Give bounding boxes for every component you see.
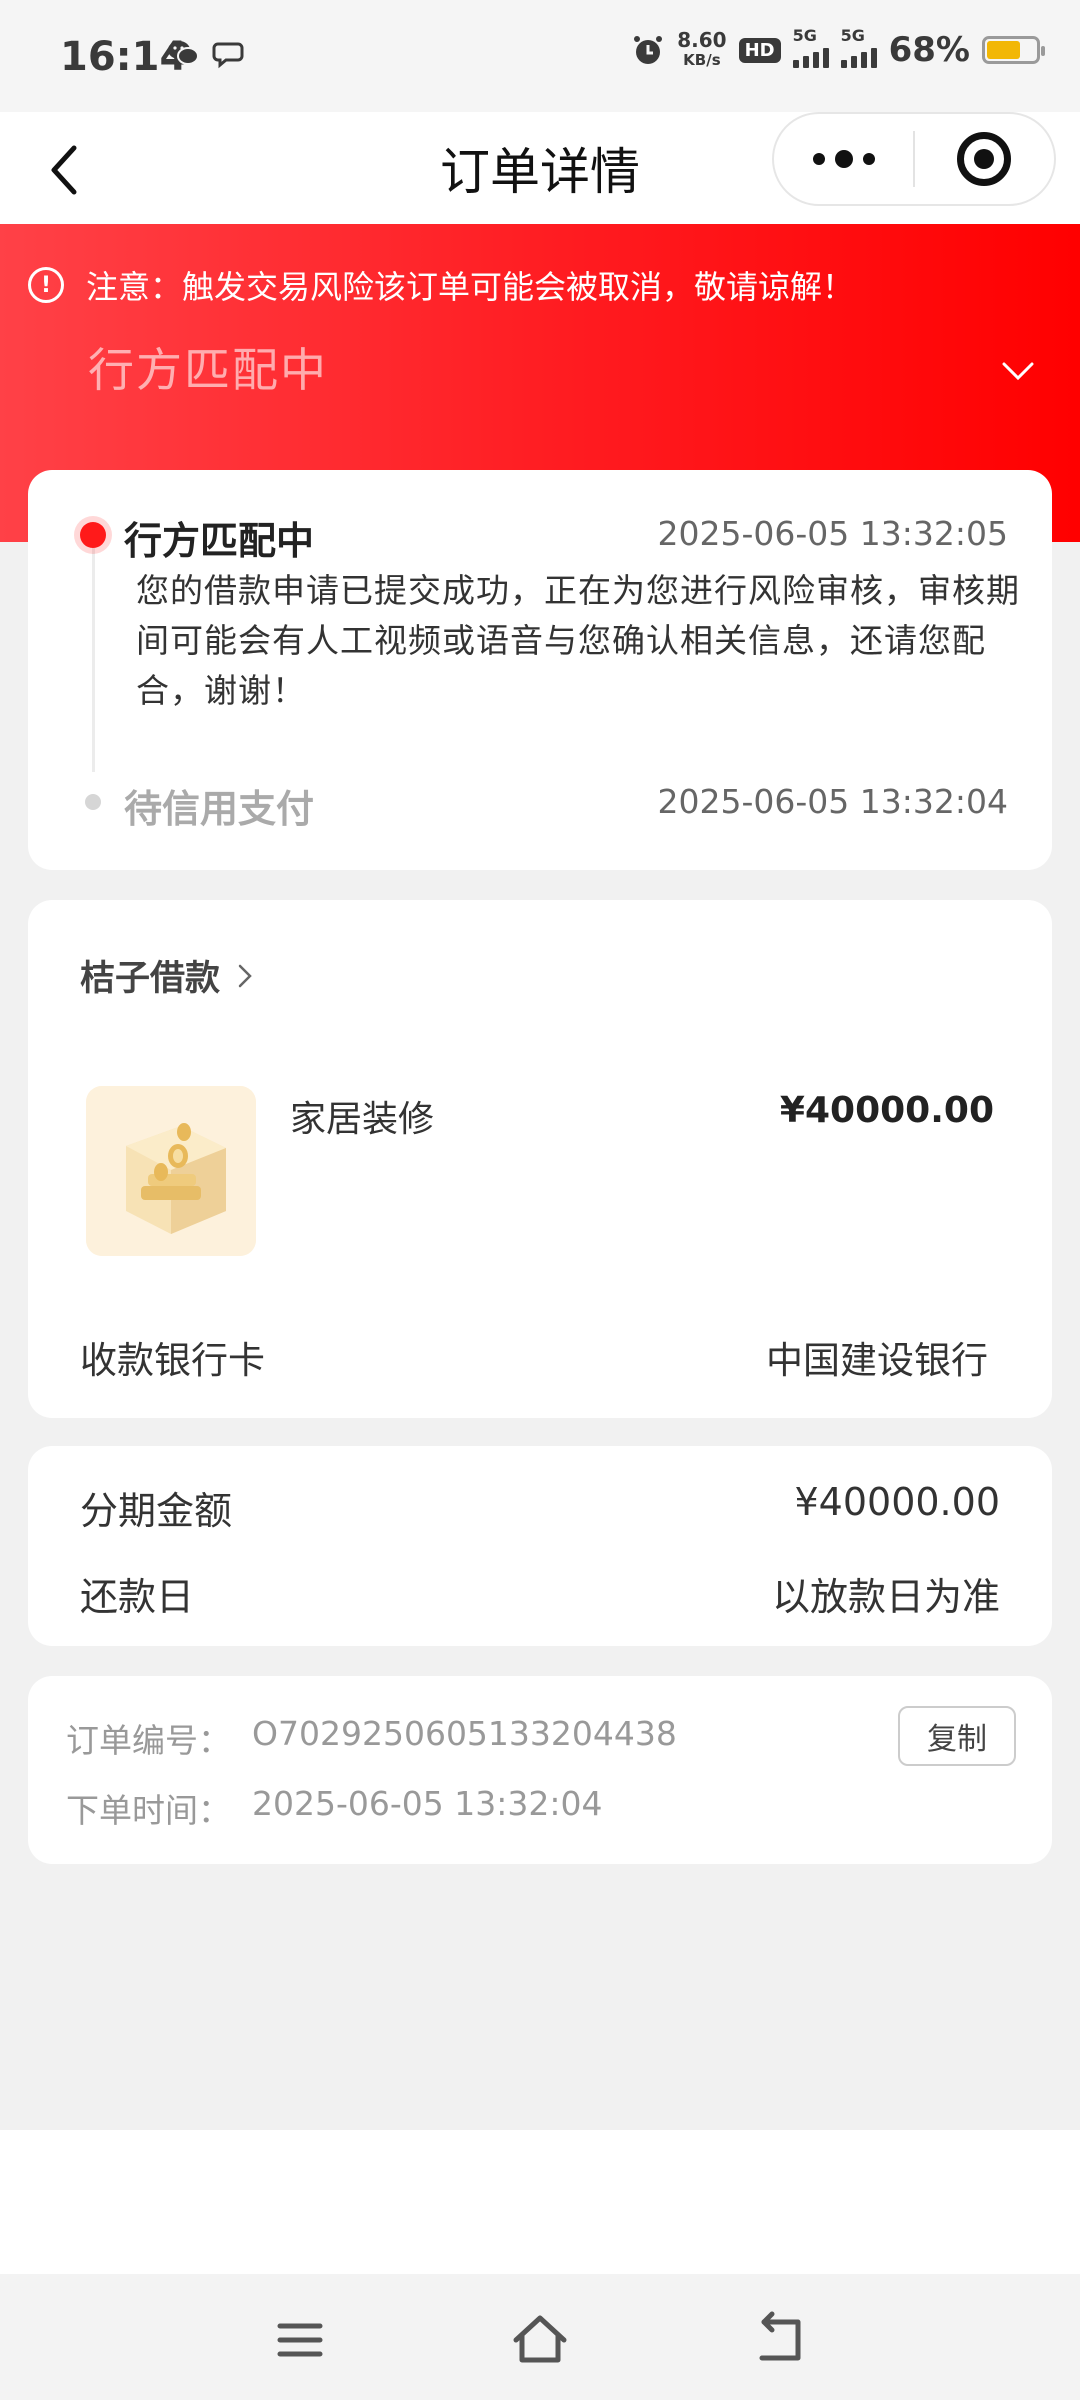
battery-icon	[982, 36, 1045, 64]
battery-percent: 68%	[888, 30, 970, 70]
bank-card-value: 中国建设银行	[766, 1339, 988, 1382]
copy-button[interactable]: 复制	[898, 1706, 1016, 1766]
back-nav-button[interactable]	[750, 2310, 810, 2370]
timeline-title: 待信用支付	[124, 787, 315, 831]
product-price: ¥40000.00	[779, 1090, 994, 1131]
expand-button[interactable]	[1000, 354, 1036, 390]
banner-status: 行方匹配中	[88, 343, 328, 397]
home-icon	[513, 2315, 567, 2363]
signal-icon: 5G	[792, 26, 829, 68]
risk-notice: ! 注意：触发交易风险该订单可能会被取消，敬请谅解！	[28, 262, 854, 308]
nav-bar: 订单详情	[0, 112, 1080, 224]
merchant-link[interactable]: 桔子借款	[80, 950, 256, 1001]
home-button[interactable]	[510, 2310, 570, 2370]
return-icon	[759, 2311, 801, 2361]
notification-icons	[166, 36, 246, 70]
chevron-down-icon	[1002, 362, 1034, 381]
more-dots-icon	[812, 153, 825, 165]
order-time-value: 2025-06-05 13:32:04	[252, 1784, 603, 1823]
product-name: 家居装修	[290, 1099, 435, 1140]
warning-icon: !	[28, 267, 64, 303]
order-time-label: 下单时间：	[66, 1791, 231, 1830]
system-navigation-bar	[0, 2274, 1080, 2400]
merchant-name: 桔子借款	[80, 959, 221, 999]
hd-badge: HD	[738, 37, 781, 63]
coin-cube-icon	[86, 1086, 256, 1256]
timeline-time: 2025-06-05 13:32:05	[657, 514, 1008, 553]
bottom-blank-area	[0, 2130, 1080, 2274]
battery-fill	[987, 41, 1020, 59]
repayment-day-label: 还款日	[80, 1575, 195, 1619]
order-number-value: O702925060513320443​8	[252, 1714, 677, 1753]
installment-amount-label: 分期金额	[80, 1489, 233, 1533]
timeline-dot-inactive	[85, 794, 101, 810]
timeline-time: 2025-06-05 13:32:04	[657, 782, 1008, 821]
alarm-icon	[634, 36, 663, 64]
chat-bubble-icon	[212, 42, 244, 69]
chevron-right-icon	[238, 964, 252, 987]
status-timeline-card: 行方匹配中 2025-06-05 13:32:05 您的借款申请已提交成功，正在…	[28, 470, 1052, 870]
notice-text: 注意：触发交易风险该订单可能会被取消，敬请谅解！	[86, 268, 855, 306]
menu-icon	[277, 2323, 323, 2357]
timeline-dot-active	[74, 516, 112, 554]
timeline-line	[92, 532, 95, 772]
installment-amount-value: ¥40000.00	[794, 1480, 1001, 1524]
close-button[interactable]	[915, 114, 1054, 204]
timeline-description: 您的借款申请已提交成功，正在为您进行风险审核，审核期间可能会有人工视频或语音与您…	[136, 571, 1020, 710]
order-number-label: 订单编号：	[66, 1721, 231, 1760]
bank-card-label: 收款银行卡	[80, 1339, 265, 1382]
signal-icon: 5G	[840, 26, 877, 68]
repayment-day-value: 以放款日为准	[771, 1575, 1000, 1619]
net-speed: 8.60 KB/s	[677, 28, 727, 69]
installment-card: 分期金额 ¥40000.00 还款日 以放款日为准	[28, 1446, 1052, 1646]
wechat-icon	[168, 41, 199, 65]
status-bar: 16:14 8.60 KB/s HD 5G 5G 68%	[0, 0, 1080, 112]
mini-program-capsule	[772, 112, 1056, 206]
status-right: 8.60 KB/s HD 5G 5G 68%	[631, 26, 1045, 70]
target-icon	[957, 132, 1012, 186]
product-thumbnail	[86, 1086, 256, 1256]
order-info-card: 订单编号： O702925060513320443​8 复制 下单时间： 202…	[28, 1676, 1052, 1864]
timeline-title: 行方匹配中	[124, 519, 315, 563]
product-card: 桔子借款 家居装修 ¥40000.00 收款银行卡 中国建设银行	[28, 900, 1052, 1418]
menu-button[interactable]	[270, 2310, 330, 2370]
more-button[interactable]	[774, 114, 913, 204]
